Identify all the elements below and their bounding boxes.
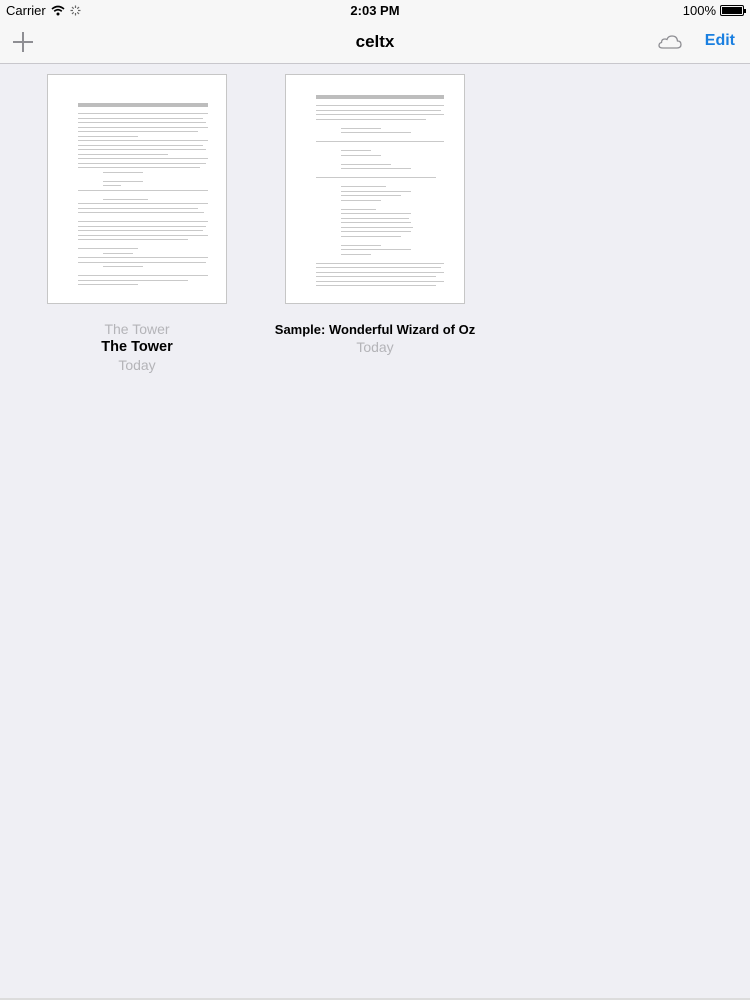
text-line <box>341 150 371 151</box>
text-line <box>341 217 409 219</box>
text-line <box>78 167 200 168</box>
text-line <box>78 126 208 128</box>
text-line <box>78 261 206 263</box>
text-line <box>78 230 203 231</box>
text-line <box>78 113 208 114</box>
document-date: Today <box>356 339 394 355</box>
text-line <box>78 225 206 227</box>
text-line <box>316 109 441 111</box>
text-line <box>341 127 381 129</box>
text-line <box>78 131 198 132</box>
text-line <box>316 267 441 268</box>
text-line <box>103 198 148 200</box>
text-line <box>341 222 411 223</box>
text-line <box>78 144 203 146</box>
text-line <box>341 132 411 133</box>
text-line <box>78 207 198 209</box>
text-line <box>316 118 426 120</box>
text-line <box>78 122 206 123</box>
scene-heading-mark <box>78 103 208 107</box>
clock: 2:03 PM <box>350 3 400 18</box>
document-title-faded: The Tower <box>104 321 170 337</box>
text-line <box>316 105 444 106</box>
navigation-bar: celtx Edit <box>0 20 750 64</box>
text-line <box>341 186 386 187</box>
app-title: celtx <box>355 32 395 51</box>
text-line <box>78 140 208 141</box>
status-bar: Carrier 2:03 PM 100% <box>0 0 750 20</box>
text-line <box>78 153 168 155</box>
text-line <box>78 158 208 159</box>
text-line <box>316 280 444 282</box>
text-line <box>341 213 411 214</box>
document-thumbnail[interactable] <box>285 74 465 304</box>
text-line <box>78 221 208 222</box>
text-line <box>78 239 188 240</box>
text-line <box>103 252 133 254</box>
text-line <box>341 235 401 237</box>
text-line <box>341 168 411 169</box>
text-line <box>341 154 381 156</box>
text-line <box>78 149 206 150</box>
text-line <box>341 163 391 165</box>
text-line <box>103 266 143 267</box>
text-line <box>341 199 381 201</box>
battery-icon <box>720 5 746 16</box>
text-line <box>78 189 208 191</box>
text-line <box>78 279 188 281</box>
document-title: Sample: Wonderful Wizard of Oz <box>274 322 476 337</box>
document-thumbnail[interactable] <box>47 74 227 304</box>
text-line <box>341 244 381 246</box>
text-line <box>316 141 444 142</box>
text-line <box>78 275 208 276</box>
text-line <box>78 248 138 249</box>
text-line <box>103 185 121 186</box>
text-line <box>341 226 413 228</box>
edit-button[interactable]: Edit <box>705 32 735 50</box>
text-line <box>341 253 371 255</box>
text-line <box>78 284 138 285</box>
text-line <box>103 180 143 182</box>
document-title: The Tower <box>101 339 173 355</box>
text-line <box>103 171 143 173</box>
scene-heading-mark <box>316 95 444 99</box>
text-line <box>316 271 444 273</box>
text-line <box>341 195 401 196</box>
text-line <box>78 135 138 137</box>
text-line <box>316 177 436 178</box>
text-line <box>78 203 208 204</box>
text-line <box>316 276 436 277</box>
text-line <box>341 249 411 250</box>
document-date: Today <box>118 357 156 373</box>
text-line <box>341 208 376 210</box>
cloud-icon[interactable] <box>657 32 683 52</box>
battery-percent: 100% <box>682 3 716 18</box>
text-line <box>316 285 436 286</box>
text-line <box>78 117 203 119</box>
text-line <box>341 190 411 192</box>
text-line <box>316 114 444 115</box>
text-line <box>316 262 444 264</box>
battery-group: 100% <box>682 3 746 18</box>
text-line <box>78 257 208 258</box>
text-line <box>78 162 206 164</box>
text-line <box>78 234 208 236</box>
text-line <box>78 212 204 213</box>
text-line <box>341 231 411 232</box>
